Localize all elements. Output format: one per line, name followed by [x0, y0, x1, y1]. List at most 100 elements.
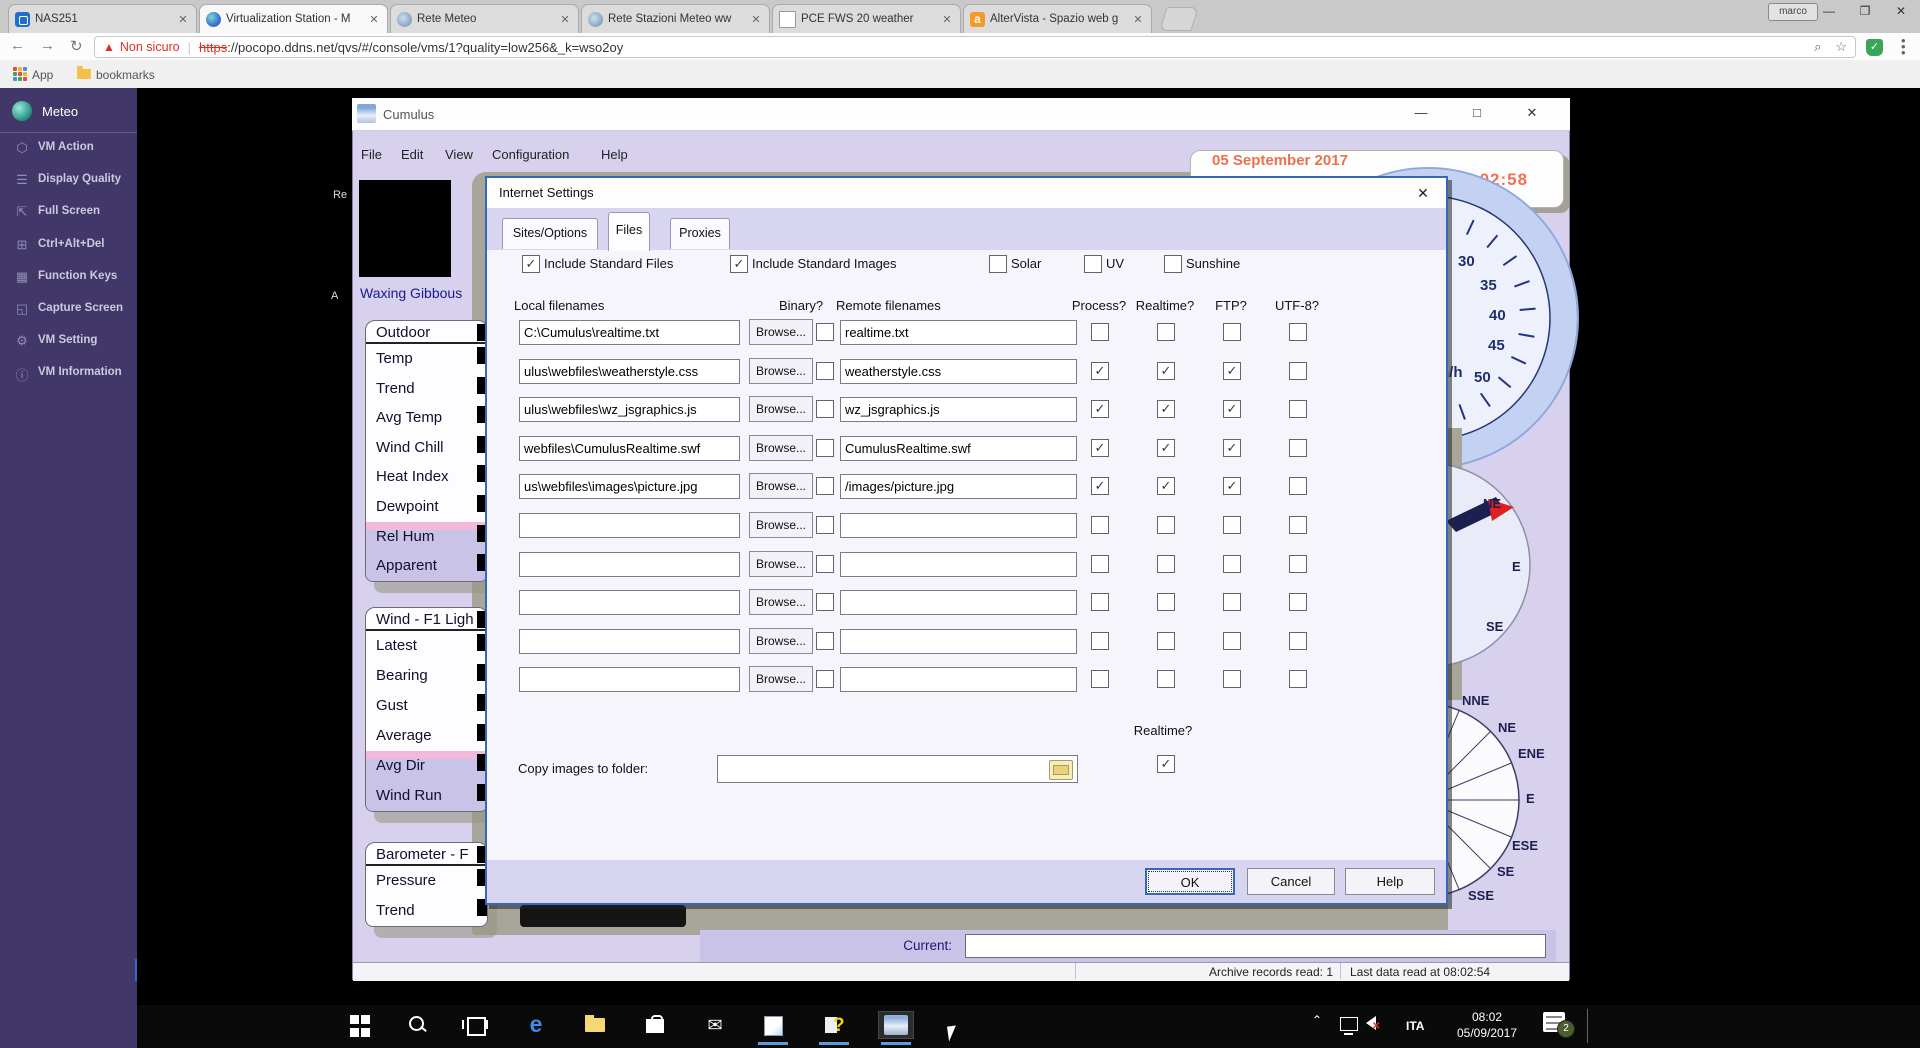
cumulus-close-button[interactable]: ✕ — [1517, 102, 1547, 124]
binary-checkbox[interactable] — [816, 400, 834, 418]
checkbox-include-standard-images[interactable] — [730, 255, 748, 273]
sidebar-item-full-screen[interactable]: ⇱Full Screen — [0, 204, 137, 230]
panel-item-bearing[interactable]: Bearing — [366, 661, 487, 691]
realtime-checkbox[interactable] — [1157, 593, 1175, 611]
notepad-icon[interactable] — [756, 1012, 790, 1038]
checkbox-include-standard-files[interactable] — [522, 255, 540, 273]
realtime-checkbox[interactable] — [1157, 632, 1175, 650]
panel-item-dewpoint[interactable]: Dewpoint — [366, 492, 487, 522]
taskbar-clock[interactable]: 08:0205/09/2017 — [1449, 1009, 1525, 1041]
tab-close-icon[interactable]: ✕ — [1131, 13, 1145, 26]
sidebar-item-function-keys[interactable]: ▦Function Keys — [0, 269, 137, 295]
dialog-close-icon[interactable]: ✕ — [1410, 182, 1436, 204]
remote-filename-field[interactable] — [840, 474, 1077, 499]
tab-proxies[interactable]: Proxies — [670, 218, 730, 249]
process-checkbox[interactable] — [1091, 593, 1109, 611]
binary-checkbox[interactable] — [816, 477, 834, 495]
browse-button[interactable]: Browse... — [749, 589, 813, 615]
local-filename-field[interactable] — [519, 397, 740, 422]
remote-filename-field[interactable] — [840, 667, 1077, 692]
ftp-checkbox[interactable] — [1223, 516, 1241, 534]
menu-help[interactable]: Help — [601, 147, 628, 162]
utf8-checkbox[interactable] — [1289, 400, 1307, 418]
bookmarks-folder-icon[interactable] — [77, 69, 91, 79]
ftp-checkbox[interactable] — [1223, 555, 1241, 573]
realtime-copy-checkbox[interactable] — [1157, 755, 1175, 773]
local-filename-field[interactable] — [519, 436, 740, 461]
cumulus-maximize-button[interactable]: □ — [1462, 102, 1492, 124]
ftp-checkbox[interactable] — [1223, 632, 1241, 650]
copy-images-field[interactable] — [717, 755, 1078, 783]
tab-close-icon[interactable]: ✕ — [749, 13, 763, 26]
process-checkbox[interactable] — [1091, 323, 1109, 341]
utf8-checkbox[interactable] — [1289, 555, 1307, 573]
browse-button[interactable]: Browse... — [749, 358, 813, 384]
cumulus-taskbar-icon[interactable] — [879, 1012, 913, 1038]
local-filename-field[interactable] — [519, 590, 740, 615]
mail-icon[interactable]: ✉ — [698, 1012, 732, 1038]
ftp-checkbox[interactable] — [1223, 670, 1241, 688]
store-icon[interactable] — [638, 1012, 672, 1038]
sidebar-item-vm-setting[interactable]: ⚙VM Setting — [0, 333, 137, 359]
panel-item-avg-temp[interactable]: Avg Temp — [366, 403, 487, 433]
remote-filename-field[interactable] — [840, 397, 1077, 422]
process-checkbox[interactable] — [1091, 555, 1109, 573]
sidebar-item-vm-information[interactable]: ⓘVM Information — [0, 365, 137, 391]
menu-file[interactable]: File — [361, 147, 382, 162]
browser-tab[interactable]: PCE FWS 20 weather✕ — [772, 4, 961, 33]
utf8-checkbox[interactable] — [1289, 439, 1307, 457]
browse-button[interactable]: Browse... — [749, 666, 813, 692]
remote-filename-field[interactable] — [840, 513, 1077, 538]
realtime-checkbox[interactable] — [1157, 362, 1175, 380]
forward-button[interactable]: → — [40, 37, 55, 54]
browse-button[interactable]: Browse... — [749, 435, 813, 461]
local-filename-field[interactable] — [519, 474, 740, 499]
window-close-button[interactable]: ✕ — [1884, 2, 1918, 20]
browser-tab[interactable]: AlterVista - Spazio web g✕ — [963, 4, 1152, 33]
browse-button[interactable]: Browse... — [749, 628, 813, 654]
remote-filename-field[interactable] — [840, 320, 1077, 345]
binary-checkbox[interactable] — [816, 670, 834, 688]
ok-button[interactable]: OK — [1145, 868, 1235, 895]
edge-icon[interactable]: e — [519, 1012, 553, 1038]
panel-item-pressure[interactable]: Pressure — [366, 866, 487, 896]
browse-button[interactable]: Browse... — [749, 512, 813, 538]
utf8-checkbox[interactable] — [1289, 323, 1307, 341]
task-view-icon[interactable] — [458, 1012, 492, 1038]
browser-tab[interactable]: Rete Meteo✕ — [390, 4, 579, 33]
help-icon[interactable] — [817, 1012, 851, 1038]
language-indicator[interactable]: ITA — [1406, 1019, 1424, 1033]
ftp-checkbox[interactable] — [1223, 400, 1241, 418]
apps-shortcut[interactable]: App — [32, 68, 53, 82]
checkbox-sunshine[interactable] — [1164, 255, 1182, 273]
tab-close-icon[interactable]: ✕ — [558, 13, 572, 26]
file-explorer-icon[interactable] — [578, 1012, 612, 1038]
process-checkbox[interactable] — [1091, 632, 1109, 650]
sidebar-item-ctrl-alt-del[interactable]: ⊞Ctrl+Alt+Del — [0, 237, 137, 263]
win-start-icon[interactable] — [343, 1012, 377, 1038]
adblock-shield-icon[interactable]: ✓ — [1866, 39, 1883, 56]
checkbox-uv[interactable] — [1084, 255, 1102, 273]
process-checkbox[interactable] — [1091, 670, 1109, 688]
utf8-checkbox[interactable] — [1289, 593, 1307, 611]
remote-filename-field[interactable] — [840, 590, 1077, 615]
browser-menu-icon[interactable]: ••• — [1901, 38, 1906, 56]
browse-button[interactable]: Browse... — [749, 473, 813, 499]
panel-item-average[interactable]: Average — [366, 721, 487, 751]
utf8-checkbox[interactable] — [1289, 362, 1307, 380]
panel-item-wind-chill[interactable]: Wind Chill — [366, 433, 487, 463]
process-checkbox[interactable] — [1091, 477, 1109, 495]
realtime-checkbox[interactable] — [1157, 670, 1175, 688]
ftp-checkbox[interactable] — [1223, 477, 1241, 495]
tab-close-icon[interactable]: ✕ — [940, 13, 954, 26]
tab-sites-options[interactable]: Sites/Options — [502, 218, 598, 249]
panel-item-latest[interactable]: Latest — [366, 631, 487, 661]
realtime-checkbox[interactable] — [1157, 439, 1175, 457]
utf8-checkbox[interactable] — [1289, 632, 1307, 650]
binary-checkbox[interactable] — [816, 439, 834, 457]
realtime-checkbox[interactable] — [1157, 400, 1175, 418]
security-warning-label[interactable]: Non sicuro — [120, 40, 180, 54]
ftp-checkbox[interactable] — [1223, 593, 1241, 611]
sidebar-item-capture-screen[interactable]: ◱Capture Screen — [0, 301, 137, 327]
ftp-checkbox[interactable] — [1223, 362, 1241, 380]
